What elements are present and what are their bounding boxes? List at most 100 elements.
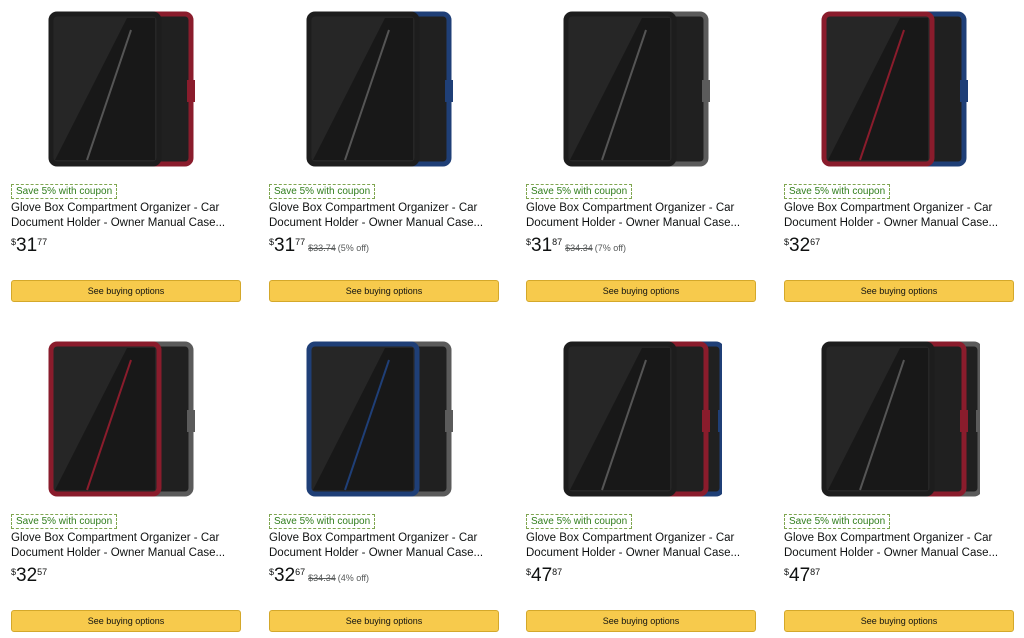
coupon-badge[interactable]: Save 5% with coupon (11, 514, 118, 529)
product-title-line1[interactable]: Glove Box Compartment Organizer - Car (269, 201, 497, 216)
product-card[interactable]: Save 5% with coupon Glove Box Compartment… (784, 332, 1014, 632)
product-title-line1[interactable]: Glove Box Compartment Organizer - Car (526, 201, 754, 216)
price-whole: 31 (531, 235, 553, 256)
price-fraction: 67 (810, 237, 821, 247)
product-image[interactable] (562, 340, 722, 500)
product-image[interactable] (820, 340, 980, 500)
see-buying-options-button[interactable]: See buying options (784, 280, 1014, 302)
product-title-line2[interactable]: Document Holder - Owner Manual Case... (526, 546, 754, 561)
product-title-line2[interactable]: Document Holder - Owner Manual Case... (11, 216, 239, 231)
discount-percent: (5% off) (337, 243, 370, 253)
coupon-badge[interactable]: Save 5% with coupon (784, 514, 891, 529)
product-title-line1[interactable]: Glove Box Compartment Organizer - Car (11, 201, 239, 216)
coupon-badge[interactable]: Save 5% with coupon (526, 184, 633, 199)
coupon-badge[interactable]: Save 5% with coupon (269, 184, 376, 199)
product-card[interactable]: Save 5% with coupon Glove Box Compartment… (526, 332, 756, 632)
price-fraction: 87 (810, 567, 821, 577)
price-fraction: 87 (552, 237, 563, 247)
price-currency: $ (11, 237, 17, 247)
price-whole: 32 (789, 235, 811, 256)
product-image[interactable] (820, 10, 980, 170)
product-card[interactable]: Save 5% with coupon Glove Box Compartment… (11, 332, 241, 632)
product-title-line1[interactable]: Glove Box Compartment Organizer - Car (269, 531, 497, 546)
price-whole: 32 (16, 565, 38, 586)
coupon-badge[interactable]: Save 5% with coupon (526, 514, 633, 529)
product-title[interactable]: Glove Box Compartment Organizer - Car Doc… (784, 531, 1012, 561)
product-image-container[interactable] (526, 2, 756, 172)
product-card[interactable]: Save 5% with coupon Glove Box Compartment… (11, 2, 241, 302)
price-fraction: 87 (552, 567, 563, 577)
see-buying-options-button[interactable]: See buying options (11, 610, 241, 632)
price-fraction: 77 (295, 237, 306, 247)
price: $3267$34.34 (4% off) (269, 565, 369, 591)
price-currency: $ (526, 567, 532, 577)
product-image-container[interactable] (11, 2, 241, 172)
was-price: $34.34 (308, 573, 336, 583)
price-whole: 31 (16, 235, 38, 256)
price: $4787 (526, 565, 562, 591)
product-title-line1[interactable]: Glove Box Compartment Organizer - Car (784, 201, 1012, 216)
product-image-container[interactable] (11, 332, 241, 502)
product-title-line1[interactable]: Glove Box Compartment Organizer - Car (784, 531, 1012, 546)
price-fraction: 77 (37, 237, 48, 247)
was-price: $33.74 (308, 243, 336, 253)
product-image[interactable] (305, 340, 465, 500)
product-image[interactable] (562, 10, 722, 170)
price: $3257 (11, 565, 47, 591)
see-buying-options-button[interactable]: See buying options (784, 610, 1014, 632)
coupon-badge[interactable]: Save 5% with coupon (784, 184, 891, 199)
was-price: $34.34 (565, 243, 593, 253)
product-card[interactable]: Save 5% with coupon Glove Box Compartment… (526, 2, 756, 302)
product-card[interactable]: Save 5% with coupon Glove Box Compartment… (784, 2, 1014, 302)
product-title[interactable]: Glove Box Compartment Organizer - Car Doc… (526, 531, 754, 561)
see-buying-options-button[interactable]: See buying options (269, 610, 499, 632)
price-currency: $ (784, 567, 790, 577)
product-title[interactable]: Glove Box Compartment Organizer - Car Doc… (11, 531, 239, 561)
price-fraction: 67 (295, 567, 306, 577)
price-whole: 32 (274, 565, 296, 586)
price: $3177 (11, 235, 47, 261)
product-title[interactable]: Glove Box Compartment Organizer - Car Doc… (11, 201, 239, 231)
product-title-line2[interactable]: Document Holder - Owner Manual Case... (784, 216, 1012, 231)
product-image-container[interactable] (784, 332, 1014, 502)
price-currency: $ (11, 567, 17, 577)
product-image-container[interactable] (269, 332, 499, 502)
see-buying-options-button[interactable]: See buying options (526, 610, 756, 632)
product-title[interactable]: Glove Box Compartment Organizer - Car Doc… (784, 201, 1012, 231)
product-title-line2[interactable]: Document Holder - Owner Manual Case... (784, 546, 1012, 561)
price-currency: $ (526, 237, 532, 247)
product-title[interactable]: Glove Box Compartment Organizer - Car Doc… (269, 531, 497, 561)
discount-percent: (7% off) (594, 243, 627, 253)
product-title-line2[interactable]: Document Holder - Owner Manual Case... (11, 546, 239, 561)
product-image-container[interactable] (784, 2, 1014, 172)
price: $3187$34.34 (7% off) (526, 235, 626, 261)
see-buying-options-button[interactable]: See buying options (269, 280, 499, 302)
product-image-container[interactable] (269, 2, 499, 172)
price: $3177$33.74 (5% off) (269, 235, 369, 261)
see-buying-options-button[interactable]: See buying options (11, 280, 241, 302)
price-whole: 31 (274, 235, 296, 256)
see-buying-options-button[interactable]: See buying options (526, 280, 756, 302)
discount-percent: (4% off) (337, 573, 370, 583)
product-image-container[interactable] (526, 332, 756, 502)
coupon-badge[interactable]: Save 5% with coupon (11, 184, 118, 199)
product-card[interactable]: Save 5% with coupon Glove Box Compartment… (269, 332, 499, 632)
price: $4787 (784, 565, 820, 591)
price-currency: $ (269, 567, 275, 577)
product-image[interactable] (47, 10, 207, 170)
product-title-line1[interactable]: Glove Box Compartment Organizer - Car (11, 531, 239, 546)
product-title-line2[interactable]: Document Holder - Owner Manual Case... (269, 546, 497, 561)
product-image[interactable] (305, 10, 465, 170)
price-fraction: 57 (37, 567, 48, 577)
product-title[interactable]: Glove Box Compartment Organizer - Car Doc… (269, 201, 497, 231)
product-title-line2[interactable]: Document Holder - Owner Manual Case... (269, 216, 497, 231)
product-title-line2[interactable]: Document Holder - Owner Manual Case... (526, 216, 754, 231)
price-currency: $ (269, 237, 275, 247)
product-card[interactable]: Save 5% with coupon Glove Box Compartment… (269, 2, 499, 302)
price-whole: 47 (531, 565, 553, 586)
product-image[interactable] (47, 340, 207, 500)
product-title-line1[interactable]: Glove Box Compartment Organizer - Car (526, 531, 754, 546)
price-whole: 47 (789, 565, 811, 586)
coupon-badge[interactable]: Save 5% with coupon (269, 514, 376, 529)
product-title[interactable]: Glove Box Compartment Organizer - Car Doc… (526, 201, 754, 231)
